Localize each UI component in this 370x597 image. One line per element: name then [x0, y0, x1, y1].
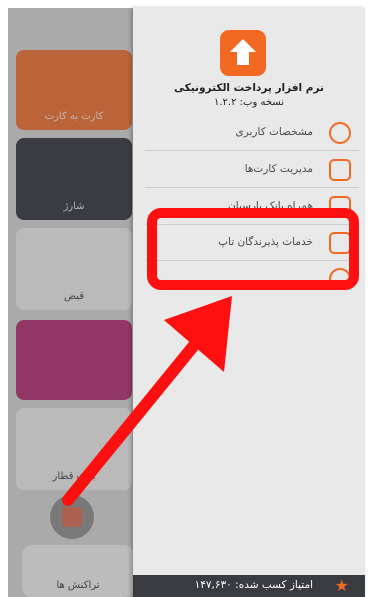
red-arrow-icon	[62, 296, 232, 506]
app-screen: کارت به کارت شارژ قبض بلیت قطار تراکنش ه…	[0, 0, 370, 597]
